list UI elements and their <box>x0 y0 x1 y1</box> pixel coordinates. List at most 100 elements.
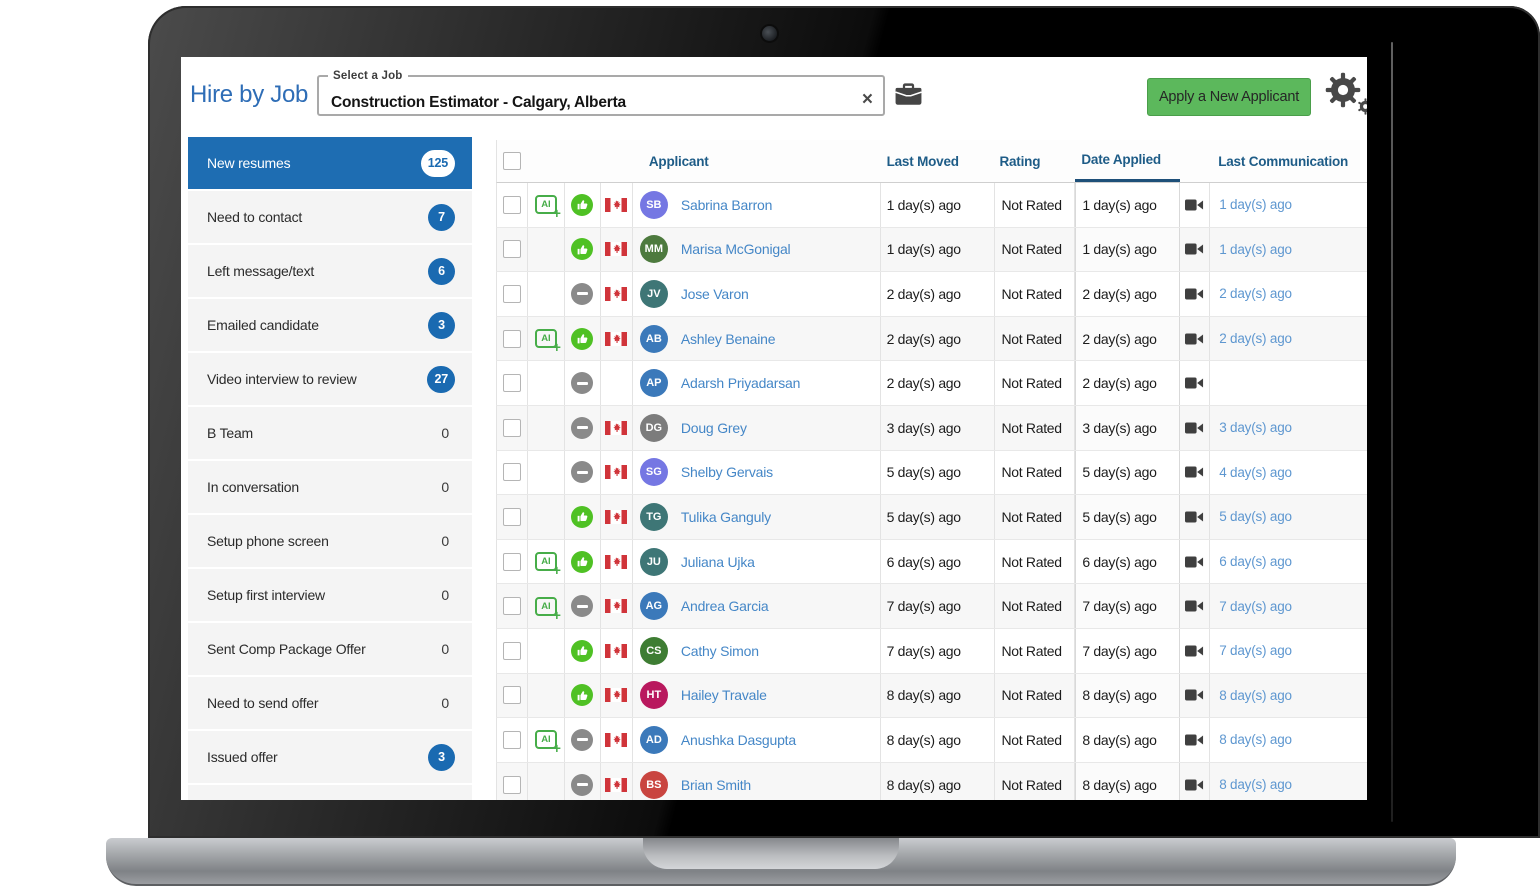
thumbs-up-icon[interactable] <box>571 551 593 573</box>
thumbs-up-icon[interactable] <box>571 194 593 216</box>
video-camera-icon[interactable] <box>1185 332 1204 346</box>
select-all-checkbox[interactable] <box>503 152 521 170</box>
thumbs-up-icon[interactable] <box>571 684 593 706</box>
last-communication-link[interactable]: 8 day(s) ago <box>1210 732 1292 747</box>
video-camera-icon[interactable] <box>1185 465 1204 479</box>
job-select-field[interactable]: Select a Job Construction Estimator - Ca… <box>317 70 885 116</box>
settings-gear-icon[interactable] <box>1325 72 1367 122</box>
video-camera-icon[interactable] <box>1185 510 1204 524</box>
last-communication-link[interactable]: 7 day(s) ago <box>1210 599 1292 614</box>
last-communication-link[interactable]: 8 day(s) ago <box>1210 777 1292 792</box>
ai-screening-icon[interactable]: AI+ <box>535 195 557 214</box>
video-camera-icon[interactable] <box>1185 599 1204 613</box>
ai-screening-icon[interactable]: AI+ <box>535 730 557 749</box>
applicant-name-link[interactable]: Anushka Dasgupta <box>681 732 796 748</box>
sidebar-item-video-interview-to-review[interactable]: Video interview to review27 <box>188 353 472 407</box>
last-communication-link[interactable]: 1 day(s) ago <box>1210 242 1292 257</box>
row-checkbox[interactable] <box>503 374 521 392</box>
sidebar-item-issued-offer[interactable]: Issued offer3 <box>188 731 472 785</box>
avatar: HT <box>640 681 668 709</box>
minus-icon[interactable] <box>571 774 593 796</box>
applicant-name-link[interactable]: Sabrina Barron <box>681 197 772 213</box>
sidebar-item-setup-first-interview[interactable]: Setup first interview0 <box>188 569 472 623</box>
applicant-name-link[interactable]: Brian Smith <box>681 777 751 793</box>
last-communication-link[interactable]: 8 day(s) ago <box>1210 688 1292 703</box>
row-checkbox[interactable] <box>503 330 521 348</box>
column-header-last-moved[interactable]: Last Moved <box>881 140 996 182</box>
video-camera-icon[interactable] <box>1185 287 1204 301</box>
video-camera-icon[interactable] <box>1185 733 1204 747</box>
column-header-rating[interactable]: Rating <box>995 140 1075 182</box>
row-checkbox[interactable] <box>503 597 521 615</box>
thumbs-up-icon[interactable] <box>571 238 593 260</box>
row-checkbox[interactable] <box>503 642 521 660</box>
video-camera-icon[interactable] <box>1185 555 1204 569</box>
minus-icon[interactable] <box>571 729 593 751</box>
last-communication-link[interactable]: 7 day(s) ago <box>1210 643 1292 658</box>
video-camera-icon[interactable] <box>1185 688 1204 702</box>
applicant-name-link[interactable]: Jose Varon <box>681 286 749 302</box>
sidebar-item-label: Setup phone screen <box>207 533 329 549</box>
sidebar-item-emailed-candidate[interactable]: Emailed candidate3 <box>188 299 472 353</box>
applicant-name-link[interactable]: Marisa McGonigal <box>681 241 791 257</box>
ai-screening-icon[interactable]: AI+ <box>535 597 557 616</box>
video-camera-icon[interactable] <box>1185 242 1204 256</box>
applicant-name-link[interactable]: Hailey Travale <box>681 687 767 703</box>
applicant-name-link[interactable]: Shelby Gervais <box>681 464 773 480</box>
sidebar-item-need-to-send-offer[interactable]: Need to send offer0 <box>188 677 472 731</box>
last-communication-link[interactable]: 1 day(s) ago <box>1210 197 1292 212</box>
thumbs-up-icon[interactable] <box>571 506 593 528</box>
sidebar-item-left-message-text[interactable]: Left message/text6 <box>188 245 472 299</box>
applicant-name-link[interactable]: Adarsh Priyadarsan <box>681 375 800 391</box>
minus-icon[interactable] <box>571 417 593 439</box>
row-checkbox[interactable] <box>503 196 521 214</box>
last-communication-link[interactable]: 2 day(s) ago <box>1210 286 1292 301</box>
row-checkbox[interactable] <box>503 731 521 749</box>
column-header-date-applied[interactable]: Date Applied <box>1075 140 1180 182</box>
video-camera-icon[interactable] <box>1185 198 1204 212</box>
applicant-name-link[interactable]: Tulika Ganguly <box>681 509 771 525</box>
thumbs-up-icon[interactable] <box>571 328 593 350</box>
job-select-value[interactable]: Construction Estimator - Calgary, Albert… <box>331 94 626 112</box>
last-communication-link[interactable]: 3 day(s) ago <box>1210 420 1292 435</box>
minus-icon[interactable] <box>571 461 593 483</box>
applicant-name-link[interactable]: Andrea Garcia <box>681 598 769 614</box>
sidebar-item-in-conversation[interactable]: In conversation0 <box>188 461 472 515</box>
thumbs-up-icon[interactable] <box>571 640 593 662</box>
row-checkbox[interactable] <box>503 285 521 303</box>
video-camera-icon[interactable] <box>1185 421 1204 435</box>
last-communication-link[interactable]: 5 day(s) ago <box>1210 509 1292 524</box>
video-camera-icon[interactable] <box>1185 644 1204 658</box>
column-header-last-communication[interactable]: Last Communication <box>1210 140 1367 182</box>
row-checkbox[interactable] <box>503 240 521 258</box>
row-checkbox[interactable] <box>503 553 521 571</box>
sidebar-item-new-resumes[interactable]: New resumes125 <box>188 137 472 191</box>
ai-screening-icon[interactable]: AI+ <box>535 552 557 571</box>
applicant-name-link[interactable]: Cathy Simon <box>681 643 759 659</box>
sidebar-item-sent-comp-package-offer[interactable]: Sent Comp Package Offer0 <box>188 623 472 677</box>
sidebar-item-need-to-contact[interactable]: Need to contact7 <box>188 191 472 245</box>
apply-new-applicant-button[interactable]: Apply a New Applicant <box>1147 78 1311 116</box>
applicant-name-link[interactable]: Ashley Benaine <box>681 331 776 347</box>
row-checkbox[interactable] <box>503 686 521 704</box>
last-communication-link[interactable]: 6 day(s) ago <box>1210 554 1292 569</box>
row-checkbox[interactable] <box>503 463 521 481</box>
row-checkbox[interactable] <box>503 776 521 794</box>
row-checkbox[interactable] <box>503 419 521 437</box>
clear-x-icon[interactable]: × <box>862 90 873 109</box>
last-communication-link[interactable]: 4 day(s) ago <box>1210 465 1292 480</box>
minus-icon[interactable] <box>571 283 593 305</box>
applicant-name-link[interactable]: Doug Grey <box>681 420 747 436</box>
minus-icon[interactable] <box>571 595 593 617</box>
briefcase-icon[interactable] <box>895 81 922 106</box>
video-camera-icon[interactable] <box>1185 376 1204 390</box>
sidebar-item-setup-phone-screen[interactable]: Setup phone screen0 <box>188 515 472 569</box>
ai-screening-icon[interactable]: AI+ <box>535 329 557 348</box>
last-communication-link[interactable]: 2 day(s) ago <box>1210 331 1292 346</box>
column-header-applicant[interactable]: Applicant <box>633 140 881 182</box>
applicant-name-link[interactable]: Juliana Ujka <box>681 554 755 570</box>
minus-icon[interactable] <box>571 372 593 394</box>
row-checkbox[interactable] <box>503 508 521 526</box>
sidebar-item-b-team[interactable]: B Team0 <box>188 407 472 461</box>
video-camera-icon[interactable] <box>1185 778 1204 792</box>
